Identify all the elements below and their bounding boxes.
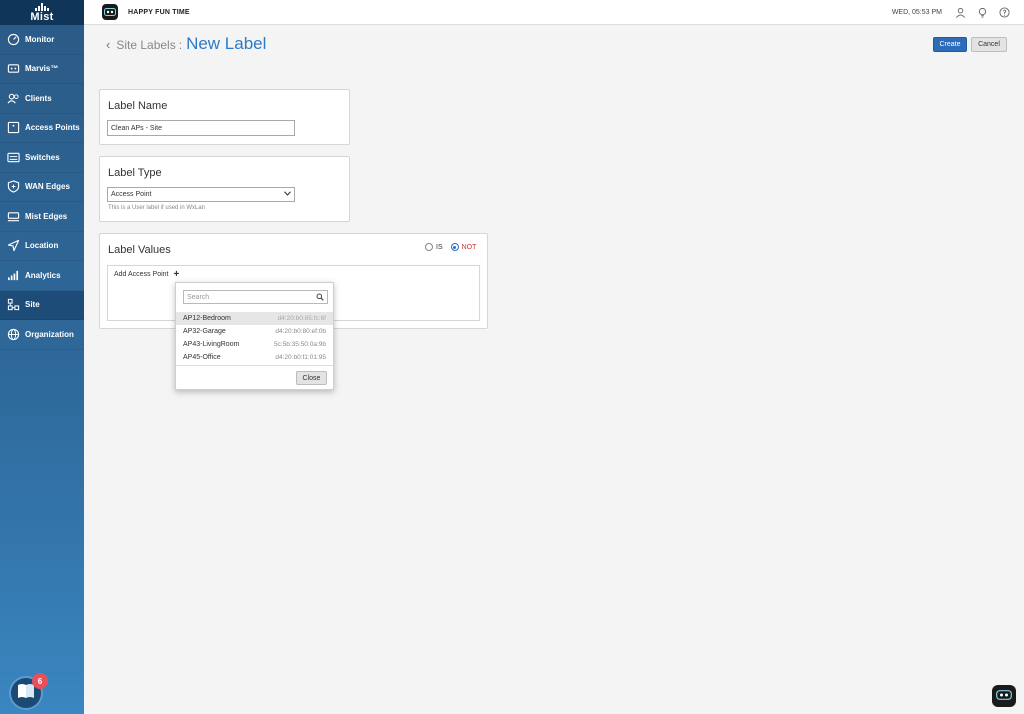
dropdown-close-button[interactable]: Close xyxy=(296,371,327,385)
label-type-heading: Label Type xyxy=(108,167,162,179)
ap-mac: 5c:5b:35:50:0a:9b xyxy=(273,341,326,348)
page-header: ‹ Site Labels : New Label xyxy=(106,34,266,54)
sidebar-item-label: Monitor xyxy=(25,34,55,44)
plus-icon: + xyxy=(173,269,180,280)
back-chevron-icon[interactable]: ‹ xyxy=(106,37,110,52)
label-values-heading: Label Values xyxy=(108,244,171,256)
dropdown-item[interactable]: AP45-Office d4:20:b0:f1:01:95 xyxy=(176,351,333,364)
ap-mac: d4:20:b0:80:ef:0b xyxy=(275,328,326,335)
sidebar-item-analytics[interactable]: Analytics xyxy=(0,261,84,291)
sidebar-item-wan-edges[interactable]: WAN Edges xyxy=(0,173,84,202)
logo-text: Mist xyxy=(30,11,54,23)
wan-edge-icon xyxy=(7,180,20,193)
sidebar-item-label: Clients xyxy=(25,93,52,103)
radio-not-label: NOT xyxy=(461,243,477,251)
sidebar-item-monitor[interactable]: Monitor xyxy=(0,25,84,55)
search-placeholder: Search xyxy=(187,293,210,301)
dropdown-divider xyxy=(176,365,333,366)
ap-mac: d4:20:b0:f1:01:95 xyxy=(275,354,326,361)
label-name-heading: Label Name xyxy=(108,100,168,112)
label-type-hint: This is a User label if used in WxLan xyxy=(108,205,206,211)
org-name[interactable]: HAPPY FUN TIME xyxy=(128,9,190,16)
sidebar-item-label: Mist Edges xyxy=(25,211,68,221)
logo-bars-icon xyxy=(35,3,49,11)
sidebar-item-label: Location xyxy=(25,241,59,251)
add-access-point-link[interactable]: Add Access Point + xyxy=(114,269,180,280)
ap-name: AP32-Garage xyxy=(183,328,226,335)
create-button[interactable]: Create xyxy=(933,37,967,52)
cancel-button[interactable]: Cancel xyxy=(971,37,1007,52)
sidebar-item-mist-edges[interactable]: Mist Edges xyxy=(0,202,84,232)
sidebar-item-label: Analytics xyxy=(25,270,61,280)
label-type-selected: Access Point xyxy=(111,191,152,198)
radio-not[interactable] xyxy=(450,243,459,251)
sidebar: Mist Monitor Marvis™ Clients Access Poin… xyxy=(0,0,84,714)
ap-mac: d4:20:b0:85:fc:6f xyxy=(277,315,326,322)
dropdown-search-input[interactable]: Search xyxy=(183,290,328,304)
monitor-icon xyxy=(7,33,20,46)
breadcrumb-separator: : xyxy=(178,38,183,52)
sidebar-item-label: Marvis™ xyxy=(25,64,59,74)
sidebar-item-marvis[interactable]: Marvis™ xyxy=(0,55,84,84)
label-mode-radio-group: IS NOT xyxy=(425,243,476,251)
lightbulb-icon[interactable] xyxy=(976,7,988,19)
robot-icon xyxy=(996,687,1012,705)
location-icon xyxy=(7,239,20,252)
label-name-input[interactable]: Clean APs - Site xyxy=(107,120,295,136)
search-icon xyxy=(316,293,324,303)
sidebar-item-label: Site xyxy=(25,300,40,310)
sidebar-item-site[interactable]: Site xyxy=(0,290,84,320)
marvis-bot-button[interactable] xyxy=(992,685,1016,707)
sidebar-item-switches[interactable]: Switches xyxy=(0,143,84,173)
ap-name: AP45-Office xyxy=(183,354,221,361)
label-type-select[interactable]: Access Point xyxy=(107,187,295,202)
help-icon[interactable] xyxy=(998,7,1010,19)
dropdown-item[interactable]: AP43-LivingRoom 5c:5b:35:50:0a:9b xyxy=(176,338,333,351)
label-type-card: Label Type Access Point This is a User l… xyxy=(99,156,350,222)
switch-icon xyxy=(7,151,20,164)
add-access-point-label: Add Access Point xyxy=(114,271,169,278)
sidebar-item-label: Organization xyxy=(25,329,74,339)
page-title: New Label xyxy=(186,34,267,53)
org-logo-icon[interactable] xyxy=(102,4,118,20)
clients-icon xyxy=(7,92,20,105)
mist-edge-icon xyxy=(7,210,20,223)
access-point-dropdown: Search AP12-Bedroom d4:20:b0:85:fc:6f AP… xyxy=(175,282,334,390)
sidebar-item-location[interactable]: Location xyxy=(0,232,84,261)
ap-name: AP43-LivingRoom xyxy=(183,341,240,348)
label-name-card: Label Name Clean APs - Site xyxy=(99,89,350,145)
notification-badge: 6 xyxy=(32,673,48,689)
top-bar: HAPPY FUN TIME WED, 05:53 PM xyxy=(84,0,1024,25)
analytics-icon xyxy=(7,269,20,282)
organization-icon xyxy=(7,328,20,341)
sidebar-item-label: Switches xyxy=(25,152,60,162)
sidebar-item-label: Access Points xyxy=(25,123,80,133)
sidebar-item-label: WAN Edges xyxy=(25,182,70,192)
datetime: WED, 05:53 PM xyxy=(891,9,942,16)
dropdown-list: AP12-Bedroom d4:20:b0:85:fc:6f AP32-Gara… xyxy=(176,312,333,364)
dropdown-item[interactable]: AP32-Garage d4:20:b0:80:ef:0b xyxy=(176,325,333,338)
marvis-icon xyxy=(7,62,20,75)
sidebar-item-access-points[interactable]: Access Points xyxy=(0,114,84,143)
radio-is[interactable] xyxy=(425,243,433,251)
radio-is-label: IS xyxy=(436,243,443,251)
ap-name: AP12-Bedroom xyxy=(183,315,231,322)
chevron-down-icon xyxy=(284,191,291,198)
site-icon xyxy=(7,298,20,311)
breadcrumb-site-labels[interactable]: Site Labels xyxy=(116,38,175,52)
access-point-icon xyxy=(7,121,20,134)
sidebar-item-organization[interactable]: Organization xyxy=(0,320,84,350)
mist-logo[interactable]: Mist xyxy=(0,0,84,25)
dropdown-item[interactable]: AP12-Bedroom d4:20:b0:85:fc:6f xyxy=(176,312,333,325)
sidebar-item-clients[interactable]: Clients xyxy=(0,84,84,114)
user-icon[interactable] xyxy=(954,7,966,19)
